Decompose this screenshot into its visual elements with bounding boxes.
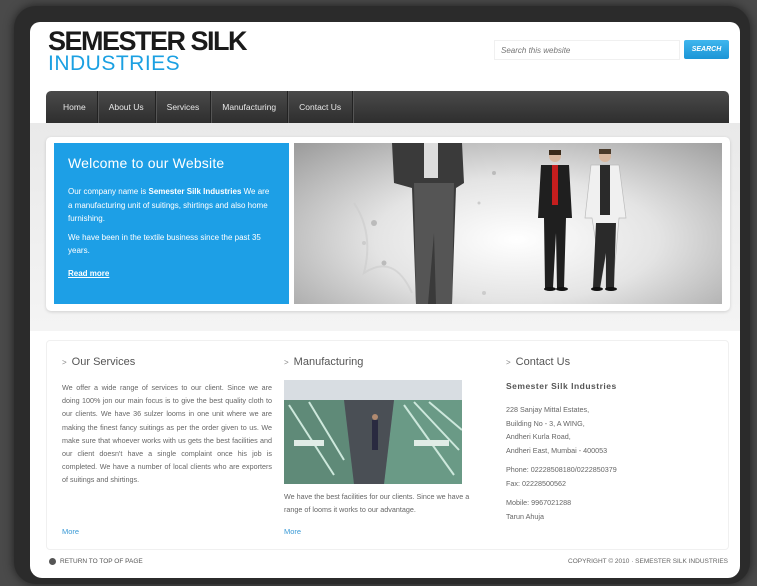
contact-fax: Fax: 02228500562 — [506, 478, 566, 488]
manufacturing-column: > Manufacturing — [284, 356, 484, 381]
address-line: Andheri East, Mumbai - 400053 — [506, 445, 608, 455]
manufacturing-body: We have the best facilities for our clie… — [284, 492, 470, 515]
services-title: Our Services — [71, 356, 136, 368]
address-line: Andheri Kurla Road, — [506, 432, 571, 441]
contact-company: Semester Silk Industries — [506, 381, 617, 391]
nav-item-about-us[interactable]: About Us — [98, 91, 156, 123]
return-to-top-label: RETURN TO TOP OF PAGE — [60, 558, 143, 565]
contact-person: Tarun Ahuja — [506, 511, 544, 521]
search-button[interactable]: SEARCH — [684, 40, 729, 59]
chevron-right-icon: > — [62, 357, 67, 367]
factory-image — [284, 380, 462, 484]
nav-item-services[interactable]: Services — [156, 91, 212, 123]
welcome-intro: Our company name is Semester Silk Indust… — [68, 185, 275, 226]
address-line: Building No - 3, A WING, — [506, 418, 585, 428]
welcome-panel: Welcome to our Website Our company name … — [54, 143, 289, 304]
contact-title: Contact Us — [515, 356, 571, 368]
manufacturing-more-link[interactable]: More — [284, 527, 301, 536]
chevron-right-icon: > — [506, 357, 511, 367]
contact-mobile: Mobile: 9967021288 — [506, 498, 572, 507]
services-column: > Our Services We offer a wide range of … — [62, 356, 272, 487]
welcome-history: We have been in the textile business sin… — [68, 232, 261, 256]
welcome-intro-prefix: Our company name is — [68, 187, 149, 196]
nav-item-contact-us[interactable]: Contact Us — [288, 91, 354, 123]
contact-phone: Phone: 02228508180/0222850379 — [506, 465, 617, 474]
chevron-right-icon: > — [284, 357, 289, 367]
main-navigation: Home About Us Services Manufacturing Con… — [46, 91, 729, 123]
services-heading: > Our Services — [62, 356, 272, 368]
services-body: We offer a wide range of services to our… — [62, 383, 272, 485]
site-logo-subtitle[interactable]: INDUSTRIES — [48, 52, 180, 76]
hero-image-models — [294, 143, 722, 304]
factory-illustration — [284, 380, 462, 484]
circle-bullet-icon — [49, 558, 56, 565]
web-page: SEMESTER SILK INDUSTRIES SEARCH Home Abo… — [30, 22, 740, 578]
copyright-text: COPYRIGHT © 2010 · SEMESTER SILK INDUSTR… — [568, 558, 728, 565]
nav-item-home[interactable]: Home — [46, 91, 98, 123]
read-more-link[interactable]: Read more — [68, 269, 109, 278]
company-name-bold: Semester Silk Industries — [148, 187, 242, 196]
contact-column: > Contact Us Semester Silk Industries 22… — [506, 356, 726, 523]
manufacturing-title: Manufacturing — [293, 356, 364, 368]
manufacturing-heading: > Manufacturing — [284, 356, 484, 368]
search-input[interactable] — [494, 40, 680, 60]
services-more-link[interactable]: More — [62, 527, 79, 536]
contact-heading: > Contact Us — [506, 356, 726, 368]
nav-item-manufacturing[interactable]: Manufacturing — [211, 91, 289, 123]
return-to-top-link[interactable]: RETURN TO TOP OF PAGE — [49, 558, 143, 565]
hero-illustration — [353, 143, 627, 304]
welcome-title: Welcome to our Website — [68, 155, 225, 171]
address-line: 228 Sanjay Mittal Estates, — [506, 405, 590, 414]
